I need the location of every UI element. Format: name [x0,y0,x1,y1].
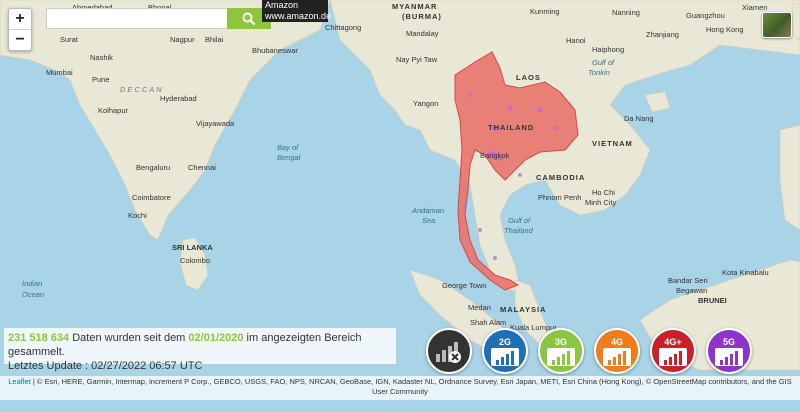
label-hochi: Ho Chi [592,188,615,197]
label-bandar: Bandar Seri [668,276,708,285]
label-kochi: Kochi [128,211,147,220]
signal-bars-icon [603,347,631,366]
label-xiamen: Xiamen [742,3,767,12]
label-laos: LAOS [516,73,541,82]
tooltip-title: Amazon [265,0,299,10]
label-deccan: DECCAN [120,85,164,94]
label-colombo: Colombo [180,256,210,265]
label-mumbai: Mumbai [46,68,73,77]
network-4g-label: 4G [610,336,623,347]
data-start-date: 02/01/2020 [188,332,244,344]
label-vietnam: VIETNAM [592,139,633,148]
label-andaman-sea: Sea [422,216,435,225]
label-andaman: Andaman [411,206,444,215]
label-coimbatore: Coimbatore [132,193,171,202]
label-bengaluru: Bengaluru [136,163,170,172]
label-vijayawada: Vijayawada [196,119,235,128]
label-gulftonkin1: Gulf of [592,58,615,67]
network-filter-2g[interactable]: 2G [482,328,528,374]
label-danang: Da Nang [624,114,654,123]
label-myanmar: MYANMAR [392,2,437,11]
label-kolhapur: Kolhapur [98,106,129,115]
label-bhilai: Bhilai [205,35,224,44]
attribution-text: | © Esri, HERE, Garmin, Intermap, increm… [32,377,792,396]
label-nashik: Nashik [90,53,113,62]
label-mandalay: Mandalay [406,29,439,38]
taiwan-landmass [791,2,800,41]
network-filter-4g[interactable]: 4G [594,328,640,374]
label-surat: Surat [60,35,79,44]
network-3g-label: 3G [554,336,567,347]
network-4gplus-label: 4G+ [664,336,682,347]
label-srilanka: SRI LANKA [172,243,213,252]
map-attribution: Leaflet | © Esri, HERE, Garmin, Intermap… [0,376,800,400]
zoom-out-button[interactable]: − [9,29,31,50]
network-2g-label: 2G [498,336,511,347]
label-zhanjiang: Zhanjiang [646,30,679,39]
label-yangon: Yangon [413,99,438,108]
search-icon [242,12,256,25]
tooltip-url: www.amazon.de [265,11,332,21]
leaflet-link[interactable]: Leaflet [8,377,31,386]
basemap-switcher[interactable] [762,12,792,38]
label-thailand: THAILAND [488,123,534,132]
label-minhcity: Minh City [585,198,617,207]
data-count-line: 231 518 634 Daten wurden seit dem 02/01/… [8,331,392,359]
label-chennai: Chennai [188,163,216,172]
label-georgetown: George Town [442,281,486,290]
label-begawan: Begawan [676,286,707,295]
label-cambodia: CAMBODIA [536,173,585,182]
label-kotakinabalu: Kota Kinabalu [722,268,769,277]
label-hongkong: Hong Kong [706,25,744,34]
label-medan: Medan [468,303,491,312]
label-gulf-of: Gulf of [508,216,531,225]
label-haiphong: Haiphong [592,45,624,54]
network-filter-5g[interactable]: 5G [706,328,752,374]
data-count: 231 518 634 [8,332,70,344]
label-naypyitaw: Nay Pyi Taw [396,55,438,64]
data-text-1: Daten wurden seit dem [72,332,186,344]
signal-bars-icon [491,347,519,366]
zoom-control: + − [8,8,32,51]
label-hanoi: Hanoi [566,36,586,45]
data-info-panel: 231 518 634 Daten wurden seit dem 02/01/… [4,328,396,372]
zoom-in-button[interactable]: + [9,9,31,29]
label-kunming: Kunming [530,7,560,16]
label-bhubaneswar: Bhubaneswar [252,46,298,55]
network-5g-label: 5G [722,336,735,347]
network-filter-3g[interactable]: 3G [538,328,584,374]
label-chittagong: Chittagong [325,23,361,32]
label-nanning: Nanning [612,8,640,17]
label-gulftonkin2: Tonkin [588,68,610,77]
browser-tooltip: Amazon www.amazon.de [262,0,332,22]
label-ocean: Ocean [22,290,44,299]
label-hyderabad: Hyderabad [160,94,197,103]
label-bangkok: Bangkok [480,151,509,160]
network-filter-4g-plus[interactable]: 4G+ [650,328,696,374]
label-indian: Indian [22,279,42,288]
label-bay-of: Bay of [277,143,299,152]
label-malaysia: MALAYSIA [500,305,546,314]
label-burma: (BURMA) [402,12,442,21]
label-guangzhou: Guangzhou [686,11,725,20]
label-pune: Pune [92,75,110,84]
label-nagpur: Nagpur [170,35,195,44]
label-shahalam: Shah Alam [470,318,506,327]
signal-bars-icon [659,347,687,366]
signal-bars-icon [715,347,743,366]
label-bengal: Bengal [277,153,301,162]
no-signal-icon [436,342,461,363]
label-gulf-thailand: Thailand [504,226,534,235]
network-filter-none[interactable] [426,328,472,374]
signal-bars-icon [547,347,575,366]
last-update: Letztes Update : 02/27/2022 06:57 UTC [8,360,203,372]
label-brunei: BRUNEI [698,296,727,305]
label-phnompenh: Phnom Penh [538,193,581,202]
